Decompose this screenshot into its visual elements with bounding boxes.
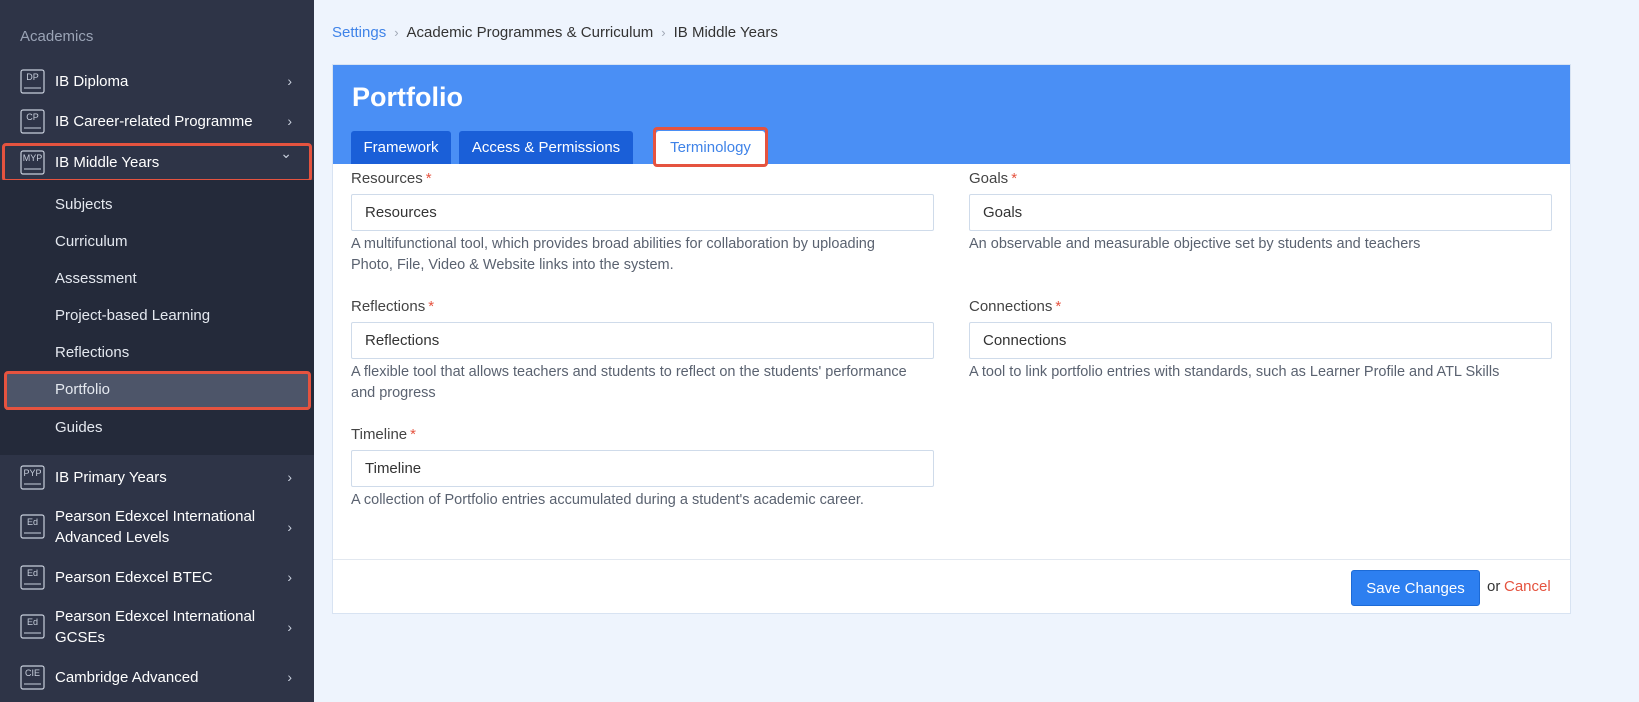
sidebar-subitem-project-based-learning[interactable]: Project-based Learning (55, 307, 210, 324)
required-asterisk: * (1055, 298, 1062, 315)
page-title: Portfolio (352, 82, 463, 112)
required-asterisk: * (1011, 170, 1018, 187)
breadcrumb-separator-icon: › (661, 25, 666, 40)
goals-input[interactable] (969, 194, 1552, 231)
connections-help: A tool to link portfolio entries with st… (969, 364, 1500, 380)
sidebar-item-label: Cambridge Advanced (55, 668, 199, 686)
connections-label: Connections * (969, 298, 1062, 315)
tab-access-permissions[interactable]: Access & Permissions (459, 131, 633, 164)
card-header: Portfolio Framework Access & Permissions… (333, 65, 1570, 167)
sidebar: Academics DP IB Diploma › CP IB Career-r… (0, 0, 314, 702)
sidebar-subitem-curriculum[interactable]: Curriculum (55, 233, 128, 250)
book-icon: Ed (20, 514, 45, 539)
portfolio-card: Portfolio Framework Access & Permissions… (332, 64, 1571, 614)
cancel-link[interactable]: Cancel (1504, 578, 1551, 595)
book-icon: Ed (20, 564, 45, 590)
book-icon: Ed (20, 614, 45, 639)
chevron-right-icon: › (287, 113, 292, 129)
breadcrumb-settings-link[interactable]: Settings (332, 24, 386, 41)
sidebar-item-pearson-ial[interactable]: Ed Pearson Edexcel International Advance… (0, 505, 314, 549)
chevron-right-icon: › (287, 469, 292, 485)
reflections-help: A flexible tool that allows teachers and… (351, 364, 907, 401)
sidebar-item-label: Pearson Edexcel International GCSEs (55, 608, 256, 646)
chevron-right-icon: › (287, 519, 292, 535)
sidebar-item-cambridge-advanced[interactable]: CIE Cambridge Advanced › (0, 662, 314, 692)
sidebar-subitem-reflections[interactable]: Reflections (55, 344, 129, 361)
book-icon: DP (20, 68, 45, 94)
chevron-right-icon: › (287, 619, 292, 635)
sidebar-item-label: IB Career-related Programme (55, 112, 253, 130)
chevron-right-icon: › (287, 569, 292, 585)
sidebar-item-label: Pearson Edexcel BTEC (55, 568, 213, 586)
timeline-help: A collection of Portfolio entries accumu… (351, 492, 864, 508)
required-asterisk: * (425, 170, 432, 187)
timeline-label: Timeline * (351, 426, 416, 443)
chevron-right-icon: › (287, 669, 292, 685)
sidebar-subitem-guides[interactable]: Guides (55, 419, 103, 436)
sidebar-item-label: IB Primary Years (55, 468, 167, 486)
tab-framework[interactable]: Framework (351, 131, 451, 164)
sidebar-item-pearson-igcse[interactable]: Ed Pearson Edexcel International GCSEs › (0, 605, 314, 649)
highlight-box (2, 143, 312, 182)
book-icon: PYP (20, 464, 45, 490)
sidebar-item-pearson-btec[interactable]: Ed Pearson Edexcel BTEC › (0, 562, 314, 592)
sidebar-heading: Academics (20, 28, 94, 45)
reflections-input[interactable] (351, 322, 934, 359)
breadcrumb-item: Academic Programmes & Curriculum (406, 24, 654, 41)
reflections-label: Reflections * (351, 298, 435, 315)
breadcrumb: Settings › Academic Programmes & Curricu… (332, 24, 778, 41)
sidebar-item-ib-career[interactable]: CP IB Career-related Programme › (0, 106, 314, 136)
goals-label: Goals * (969, 170, 1018, 187)
sidebar-item-label: IB Diploma (55, 72, 129, 90)
book-icon: CP (20, 108, 45, 134)
highlight-box (4, 371, 311, 410)
timeline-input[interactable] (351, 450, 934, 487)
chevron-right-icon: › (287, 73, 292, 89)
connections-input[interactable] (969, 322, 1552, 359)
resources-help: A multifunctional tool, which provides b… (351, 236, 875, 273)
sidebar-subitem-subjects[interactable]: Subjects (55, 196, 113, 213)
resources-input[interactable] (351, 194, 934, 231)
breadcrumb-separator-icon: › (394, 25, 399, 40)
sidebar-item-label: Pearson Edexcel International Advanced L… (55, 508, 256, 546)
sidebar-subitem-assessment[interactable]: Assessment (55, 270, 137, 287)
book-icon: CIE (20, 664, 45, 690)
save-changes-button[interactable]: Save Changes (1351, 570, 1480, 606)
required-asterisk: * (428, 298, 435, 315)
sidebar-item-ib-primary-years[interactable]: PYP IB Primary Years › (0, 462, 314, 492)
sidebar-submenu: Subjects Curriculum Assessment Project-b… (0, 180, 314, 455)
sidebar-item-ib-diploma[interactable]: DP IB Diploma › (0, 66, 314, 96)
goals-help: An observable and measurable objective s… (969, 236, 1421, 252)
required-asterisk: * (410, 426, 416, 443)
resources-label: Resources * (351, 170, 432, 187)
highlight-box (653, 127, 768, 167)
breadcrumb-item-current: IB Middle Years (673, 24, 778, 41)
or-text: or (1487, 578, 1501, 595)
